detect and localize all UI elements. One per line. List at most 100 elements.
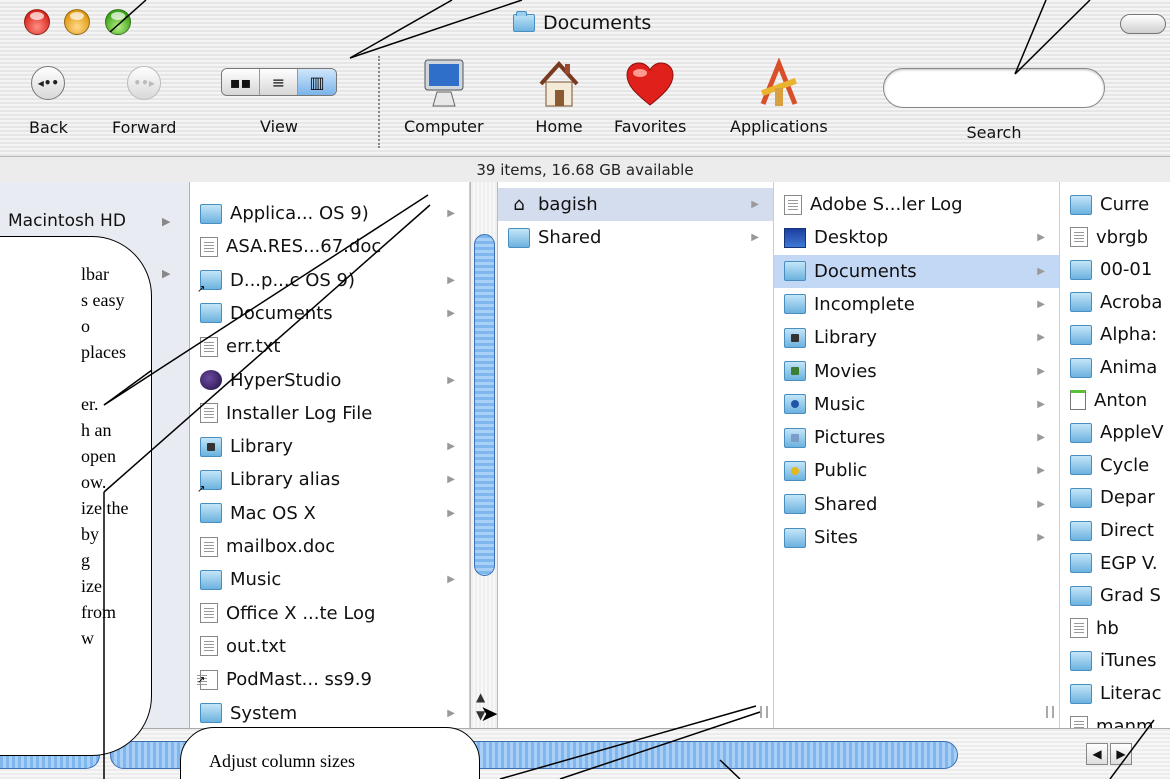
list-item-label: HyperStudio	[230, 369, 342, 391]
list-item[interactable]: Movies ▶	[774, 355, 1059, 388]
list-item[interactable]: Grad S	[1060, 579, 1170, 612]
toolbar-toggle-button[interactable]	[1120, 14, 1166, 34]
search-input[interactable]	[883, 68, 1105, 108]
view-control[interactable]: ▪▪ ≡ ▥ View	[221, 56, 337, 136]
sidebar-item-macintosh-hd[interactable]: Macintosh HD ▶	[0, 206, 190, 236]
list-item[interactable]: HyperStudio ▶	[190, 364, 469, 397]
scroll-left-arrow-icon[interactable]: ◀	[1086, 743, 1108, 765]
list-item[interactable]: Pictures ▶	[774, 421, 1059, 454]
list-item[interactable]: Public ▶	[774, 454, 1059, 487]
list-item[interactable]: Music ▶	[774, 388, 1059, 421]
list-item[interactable]: Library alias ▶	[190, 463, 469, 496]
favorites-button[interactable]: Favorites	[614, 56, 686, 136]
horizontal-scrollbar[interactable]: ◀ ▶	[0, 728, 1170, 779]
list-item[interactable]: ⌂ bagish ▶	[498, 188, 773, 221]
column-1-scrollbar[interactable]: ▲ ▼	[470, 182, 498, 728]
folder-icon	[1070, 455, 1092, 476]
callout-text-line: ize the	[81, 498, 129, 518]
list-item[interactable]: Incomplete ▶	[774, 288, 1059, 321]
icon-view-icon[interactable]: ▪▪	[222, 69, 260, 95]
list-item[interactable]: Literac	[1060, 677, 1170, 710]
list-item[interactable]: Curre	[1060, 188, 1170, 221]
document-icon	[200, 536, 218, 557]
list-item[interactable]: Adobe S...ler Log	[774, 188, 1059, 221]
folder-icon	[1070, 683, 1092, 704]
list-item[interactable]: Shared ▶	[498, 221, 773, 254]
forward-button[interactable]: ••▸ Forward	[112, 56, 176, 137]
view-segmented-control[interactable]: ▪▪ ≡ ▥	[221, 68, 337, 96]
applications-button[interactable]: Applications	[730, 56, 828, 136]
scroll-right-arrow-icon[interactable]: ▶	[1110, 743, 1132, 765]
list-item[interactable]: Documents ▶	[774, 254, 1059, 288]
window-chrome: Documents ◂•• Back ••▸ Forward ▪▪ ≡ ▥ Vi…	[0, 0, 1170, 182]
search-label: Search	[966, 123, 1022, 142]
list-item[interactable]: Acroba	[1060, 286, 1170, 319]
title-bar[interactable]: Documents	[0, 0, 1170, 48]
list-item-label: Applica... OS 9)	[230, 203, 369, 224]
pictures-folder-icon	[784, 427, 806, 448]
list-item[interactable]: PodMast... ss9.9	[190, 663, 469, 696]
list-item-label: Documents	[814, 260, 917, 282]
list-item[interactable]: out.txt	[190, 630, 469, 663]
list-item[interactable]: Music ▶	[190, 563, 469, 596]
list-item-label: Library	[814, 327, 877, 349]
list-item[interactable]: 00-01	[1060, 253, 1170, 286]
toolbar-divider	[378, 56, 380, 148]
list-item[interactable]: mailbox.doc	[190, 530, 469, 563]
list-item[interactable]: err.txt	[190, 330, 469, 363]
list-item[interactable]: ASA.RES...67.doc	[190, 230, 469, 263]
list-item-label: mailbox.doc	[226, 536, 336, 557]
close-button[interactable]	[24, 9, 50, 35]
list-item[interactable]: AppleV	[1060, 416, 1170, 449]
list-view-icon[interactable]: ≡	[260, 69, 298, 95]
computer-button[interactable]: Computer	[404, 56, 484, 136]
back-button[interactable]: ◂•• Back	[29, 56, 68, 137]
folder-icon	[1070, 422, 1092, 443]
list-item[interactable]: hb	[1060, 612, 1170, 645]
list-item[interactable]: EGP V.	[1060, 547, 1170, 580]
list-item[interactable]: Direct	[1060, 514, 1170, 547]
text-file-icon	[200, 403, 218, 424]
list-item[interactable]: Documents ▶	[190, 297, 469, 330]
list-item[interactable]: Depar	[1060, 481, 1170, 514]
callout-text-line: g	[81, 550, 90, 570]
column-resize-grip[interactable]	[760, 706, 768, 718]
scroll-thumb[interactable]	[474, 234, 495, 576]
list-item-label: Adobe S...ler Log	[810, 194, 963, 215]
minimize-button[interactable]	[64, 9, 90, 35]
list-item[interactable]: D...p...c OS 9) ▶	[190, 264, 469, 297]
disclosure-arrow-icon: ▶	[162, 266, 171, 280]
list-item[interactable]: Library ▶	[774, 321, 1059, 354]
callout-left: lbar s easy o places er. h an open ow. ize the by…	[0, 236, 152, 756]
list-item[interactable]: Office X ...te Log	[190, 597, 469, 630]
list-item[interactable]: Installer Log File	[190, 397, 469, 430]
list-item[interactable]: Shared ▶	[774, 488, 1059, 521]
list-item-label: 00-01	[1100, 259, 1153, 281]
folder-icon	[1070, 292, 1092, 313]
list-item[interactable]: iTunes	[1060, 644, 1170, 677]
list-item[interactable]: System ▶	[190, 697, 469, 729]
home-button[interactable]: Home	[531, 56, 587, 136]
folder-icon	[200, 503, 222, 524]
list-item[interactable]: Cycle	[1060, 449, 1170, 482]
list-item[interactable]: Desktop ▶	[774, 221, 1059, 254]
column-view-icon[interactable]: ▥	[298, 69, 336, 95]
callout-text-line: ize	[81, 576, 102, 596]
folder-icon	[1070, 259, 1092, 280]
column-resize-grip[interactable]	[1046, 706, 1054, 718]
list-item[interactable]: Applica... OS 9) ▶	[190, 197, 469, 230]
disclosure-arrow-icon: ▶	[1037, 298, 1045, 310]
list-item[interactable]: Anima	[1060, 351, 1170, 384]
list-item[interactable]: Mac OS X ▶	[190, 497, 469, 530]
list-item[interactable]: vbrgb	[1060, 221, 1170, 254]
list-item-label: Shared	[814, 493, 878, 515]
disclosure-arrow-icon: ▶	[1037, 232, 1045, 244]
zoom-button[interactable]	[105, 9, 131, 35]
list-item[interactable]: Alpha:	[1060, 318, 1170, 351]
list-item[interactable]: Library ▶	[190, 430, 469, 463]
list-item[interactable]: manm	[1060, 710, 1170, 728]
list-item[interactable]: Sites ▶	[774, 521, 1059, 554]
list-item[interactable]: Anton	[1060, 384, 1170, 417]
callout-bottom: Adjust column sizes	[180, 727, 480, 779]
list-item-label: Sites	[814, 527, 858, 548]
